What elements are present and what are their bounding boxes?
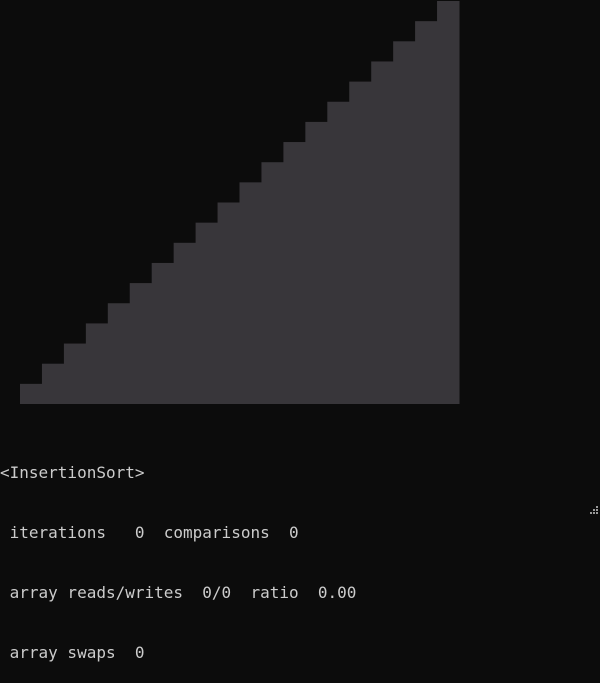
array-bar [437, 1, 460, 404]
array-bar [41, 363, 65, 404]
array-bar [393, 41, 416, 405]
swaps-line: array swaps 0 [0, 643, 145, 662]
array-bar [305, 121, 328, 405]
array-bar [283, 142, 306, 405]
array-bar [349, 81, 372, 404]
array-bar [107, 303, 131, 404]
array-bar [239, 182, 262, 404]
array-bar [195, 222, 219, 404]
array-bar [129, 283, 153, 404]
array-bar [217, 202, 240, 404]
stats-panel: <InsertionSort> iterations 0 comparisons… [0, 423, 600, 683]
array-bar [85, 323, 109, 404]
array-bar [63, 343, 87, 404]
array-bar [327, 101, 350, 404]
array-bar [151, 262, 175, 404]
array-bar [173, 242, 197, 404]
array-bar [371, 61, 394, 404]
sort-visualization [20, 1, 460, 405]
array-bar [20, 383, 43, 404]
resize-grip-icon[interactable] [587, 505, 599, 517]
algorithm-header: <InsertionSort> [0, 463, 145, 482]
array-bar [415, 21, 438, 405]
reads-writes-ratio-line: array reads/writes 0/0 ratio 0.00 [0, 583, 357, 602]
array-bar [261, 162, 284, 404]
iterations-comparisons-line: iterations 0 comparisons 0 [0, 523, 299, 542]
